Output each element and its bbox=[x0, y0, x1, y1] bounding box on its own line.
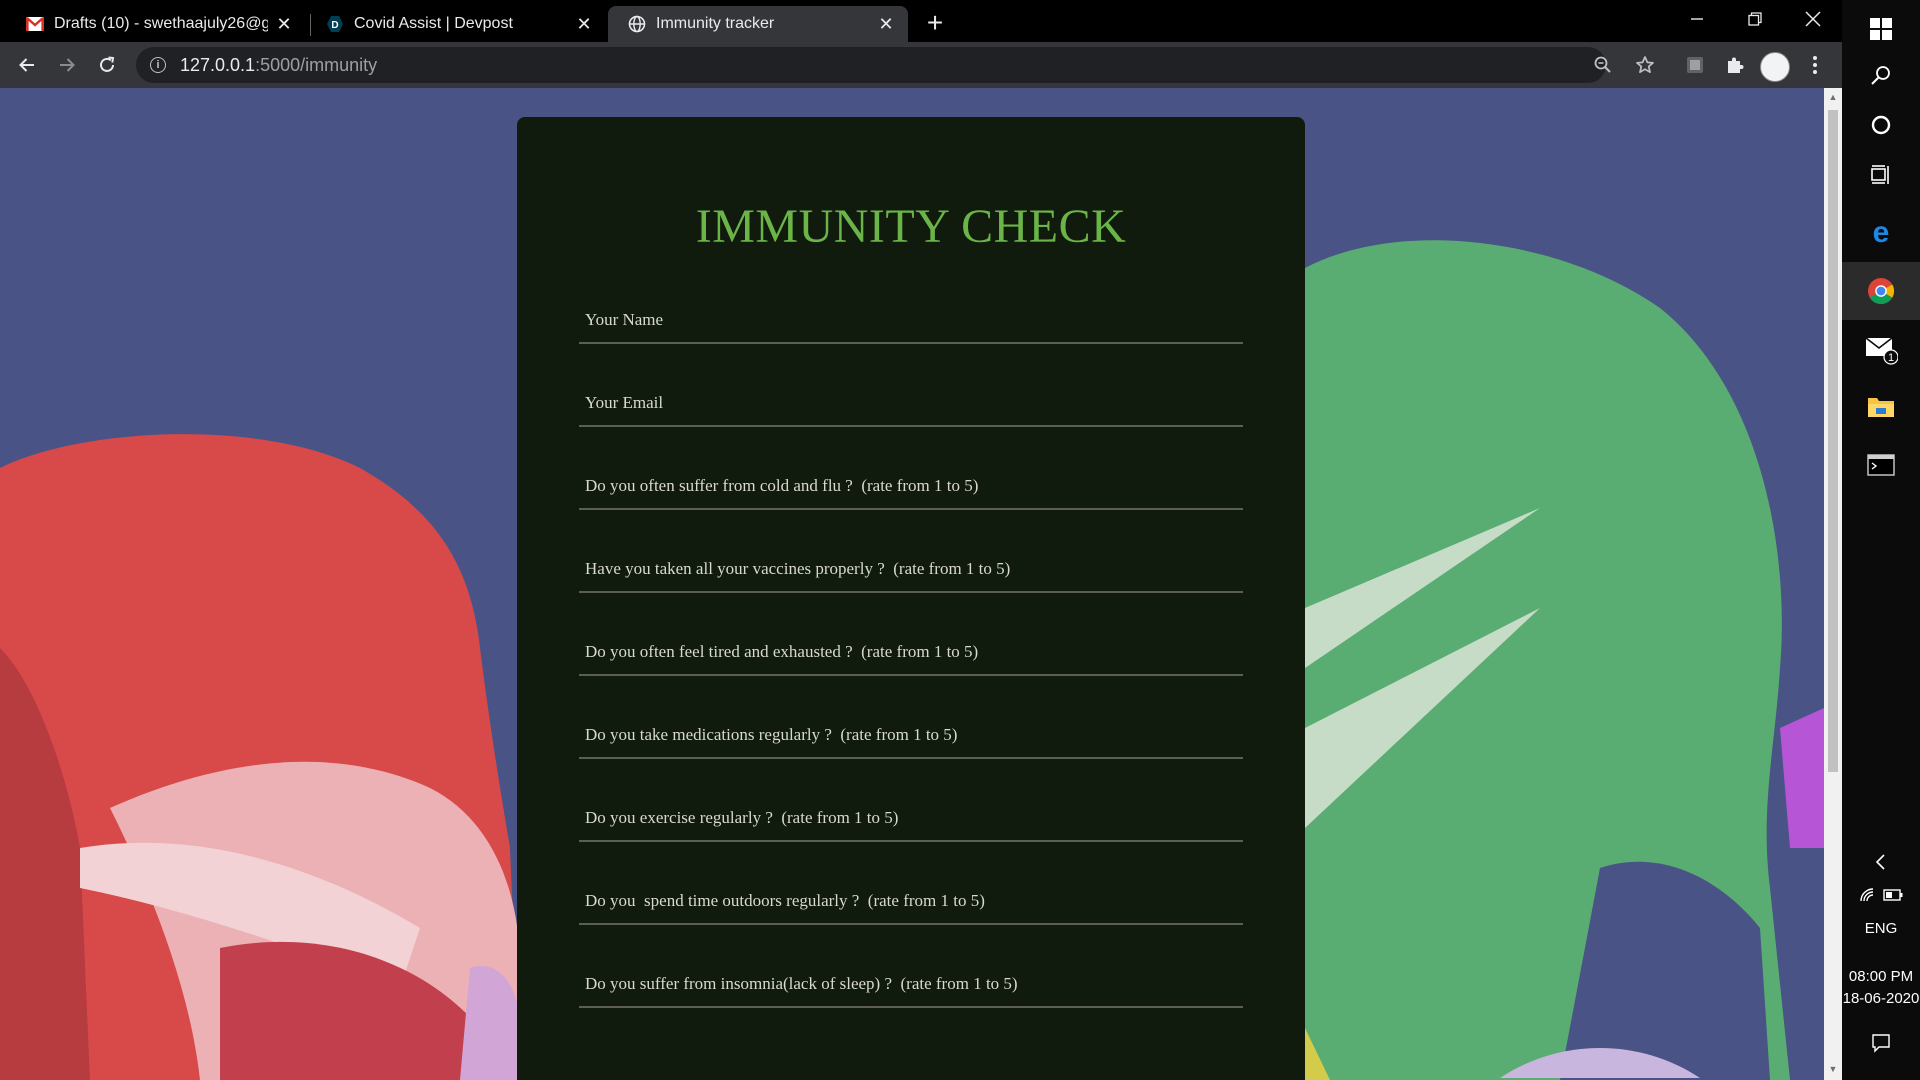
devpost-icon: D bbox=[326, 15, 344, 33]
scroll-up-arrow-icon[interactable]: ▲ bbox=[1828, 92, 1838, 102]
cortana-circle-icon bbox=[1871, 115, 1891, 135]
reload-button[interactable] bbox=[90, 48, 124, 82]
terminal-icon bbox=[1867, 454, 1895, 476]
new-tab-button[interactable]: + bbox=[920, 7, 950, 38]
folder-icon bbox=[1868, 398, 1894, 417]
tab-strip: Drafts (10) - swethaajuly26@gmail.com ✕ … bbox=[0, 0, 1842, 42]
site-info-icon[interactable]: i bbox=[150, 57, 166, 73]
clock-time[interactable]: 08:00 PM bbox=[1842, 968, 1920, 985]
chrome-taskbar-button[interactable] bbox=[1842, 262, 1920, 320]
reload-icon bbox=[100, 56, 115, 72]
mail-icon: 1 bbox=[1865, 337, 1898, 365]
chrome-browser-icon bbox=[1868, 278, 1895, 305]
gmail-icon bbox=[26, 15, 44, 33]
close-tab-icon[interactable]: ✕ bbox=[876, 14, 896, 34]
tab-title: Drafts (10) - swethaajuly26@gmail.com bbox=[54, 15, 268, 32]
address-bar[interactable]: i 127.0.0.1:5000/immunity bbox=[136, 47, 1606, 83]
back-button[interactable] bbox=[10, 48, 44, 82]
medications-input[interactable] bbox=[579, 677, 1243, 757]
file-explorer-button[interactable] bbox=[1842, 378, 1920, 436]
extension-square-icon[interactable] bbox=[1680, 50, 1710, 80]
close-tab-icon[interactable]: ✕ bbox=[274, 14, 294, 34]
bookmark-star-icon[interactable] bbox=[1630, 50, 1660, 80]
restore-icon bbox=[1748, 12, 1762, 26]
terminal-taskbar-button[interactable] bbox=[1842, 436, 1920, 494]
input-language[interactable]: ENG bbox=[1842, 920, 1920, 937]
profile-avatar[interactable] bbox=[1760, 52, 1790, 82]
scrollbar-thumb[interactable] bbox=[1828, 110, 1838, 772]
url-path: :5000/immunity bbox=[255, 54, 378, 75]
email-input[interactable] bbox=[579, 345, 1243, 425]
cold-flu-field bbox=[579, 428, 1243, 510]
vaccines-field bbox=[579, 511, 1243, 593]
zoom-icon[interactable] bbox=[1588, 50, 1618, 80]
windows-taskbar: e 1 ENG 08:00 PM 18-06-2020 bbox=[1842, 0, 1920, 1080]
restore-button[interactable] bbox=[1726, 0, 1784, 38]
mail-taskbar-button[interactable]: 1 bbox=[1842, 320, 1920, 378]
system-tray-status bbox=[1842, 880, 1920, 910]
mail-badge: 1 bbox=[1888, 352, 1894, 364]
windows-logo-icon bbox=[1870, 18, 1892, 40]
insomnia-input[interactable] bbox=[579, 926, 1243, 1006]
search-icon bbox=[1871, 66, 1890, 85]
outdoors-input[interactable] bbox=[579, 843, 1243, 923]
edge-taskbar-button[interactable]: e bbox=[1842, 204, 1920, 262]
chevron-left-icon bbox=[1875, 854, 1885, 870]
page-background: IMMUNITY CHECK bbox=[0, 88, 1824, 1080]
immunity-form-card: IMMUNITY CHECK bbox=[517, 117, 1305, 1080]
edge-browser-icon: e bbox=[1873, 219, 1890, 247]
task-view-icon bbox=[1871, 165, 1889, 184]
minimize-button[interactable] bbox=[1668, 0, 1726, 38]
forward-arrow-icon bbox=[60, 58, 75, 72]
action-center-button[interactable] bbox=[1842, 1016, 1920, 1070]
page-scrollbar[interactable]: ▲ ▼ bbox=[1824, 88, 1842, 1080]
tab-gmail[interactable]: Drafts (10) - swethaajuly26@gmail.com ✕ bbox=[6, 6, 306, 42]
minimize-icon bbox=[1691, 18, 1703, 20]
devpost-letter: D bbox=[331, 20, 338, 31]
network-icon[interactable] bbox=[1859, 887, 1877, 903]
cold-flu-input[interactable] bbox=[579, 428, 1243, 508]
menu-kebab-icon[interactable] bbox=[1800, 50, 1830, 80]
close-icon bbox=[1805, 11, 1821, 27]
tired-field bbox=[579, 594, 1243, 676]
close-tab-icon[interactable]: ✕ bbox=[574, 14, 594, 34]
extensions-puzzle-icon[interactable] bbox=[1720, 50, 1750, 80]
forward-button[interactable] bbox=[50, 48, 84, 82]
tab-devpost[interactable]: D Covid Assist | Devpost ✕ bbox=[306, 6, 606, 42]
outdoors-field bbox=[579, 843, 1243, 925]
insomnia-field bbox=[579, 926, 1243, 1008]
close-window-button[interactable] bbox=[1784, 0, 1842, 38]
tired-input[interactable] bbox=[579, 594, 1243, 674]
tab-title: Covid Assist | Devpost bbox=[354, 15, 513, 32]
tab-immunity-tracker[interactable]: Immunity tracker ✕ bbox=[608, 6, 908, 42]
exercise-input[interactable] bbox=[579, 760, 1243, 840]
email-field bbox=[579, 345, 1243, 427]
name-input[interactable] bbox=[579, 262, 1243, 342]
browser-toolbar: i 127.0.0.1:5000/immunity bbox=[0, 42, 1842, 88]
vaccines-input[interactable] bbox=[579, 511, 1243, 591]
battery-icon[interactable] bbox=[1883, 889, 1903, 901]
task-view-button[interactable] bbox=[1842, 146, 1920, 204]
medications-field bbox=[579, 677, 1243, 759]
scroll-down-arrow-icon[interactable]: ▼ bbox=[1828, 1064, 1838, 1074]
url-host: 127.0.0.1 bbox=[180, 54, 256, 75]
svg-text:e: e bbox=[1873, 219, 1890, 247]
exercise-field bbox=[579, 760, 1243, 842]
globe-icon bbox=[628, 15, 646, 33]
page-title: IMMUNITY CHECK bbox=[695, 200, 1127, 253]
clock-date[interactable]: 18-06-2020 bbox=[1842, 990, 1920, 1007]
back-arrow-icon bbox=[19, 58, 34, 72]
notification-icon bbox=[1872, 1034, 1890, 1053]
name-field bbox=[579, 262, 1243, 344]
tab-title: Immunity tracker bbox=[656, 15, 775, 32]
